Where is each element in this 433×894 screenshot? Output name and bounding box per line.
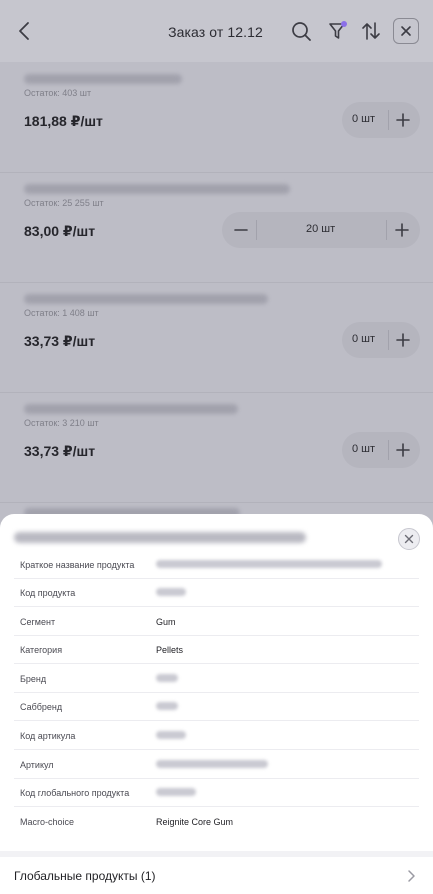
attribute-label: Категория [20, 645, 63, 655]
global-products-label: Глобальные продукты (1) [14, 869, 156, 883]
attribute-value [156, 731, 186, 739]
attribute-row: Код глобального продукта [14, 778, 419, 807]
product-item[interactable]: Остаток: 3 210 шт 33,73 ₽/шт 0 шт [0, 392, 433, 503]
attribute-value: Pellets [156, 645, 184, 655]
attribute-label: Код глобального продукта [20, 788, 130, 798]
minus-icon[interactable] [231, 220, 251, 240]
product-name [24, 74, 182, 84]
quantity-value: 0 шт [352, 113, 376, 125]
product-stock: Остаток: 3 210 шт [24, 418, 99, 428]
sheet-close-button[interactable] [398, 528, 420, 550]
attribute-value: Reignite Core Gum [156, 817, 234, 827]
plus-icon[interactable] [393, 110, 413, 130]
attribute-label: Краткое название продукта [20, 560, 135, 570]
quantity-stepper[interactable]: 0 шт [342, 102, 420, 138]
attribute-value [156, 788, 196, 796]
attribute-label: Артикул [20, 760, 54, 770]
quantity-value: 0 шт [352, 443, 376, 455]
product-item[interactable]: Остаток: 1 408 шт 33,73 ₽/шт 0 шт [0, 282, 433, 393]
plus-icon[interactable] [393, 330, 413, 350]
filter-icon[interactable] [327, 20, 349, 42]
attribute-row: Бренд [14, 664, 419, 693]
quantity-stepper[interactable]: 0 шт [342, 322, 420, 358]
attribute-row: Код продукта [14, 578, 419, 607]
attribute-label: Код продукта [20, 588, 76, 598]
stepper-divider [388, 110, 389, 130]
app-header: Заказ от 12.12 [0, 0, 433, 62]
close-icon [404, 534, 414, 544]
stepper-divider [388, 440, 389, 460]
quantity-value[interactable]: 20 шт [306, 223, 335, 235]
attribute-label: Код артикула [20, 731, 76, 741]
attribute-row: Сегмент Gum [14, 607, 419, 636]
attribute-row: Код артикула [14, 721, 419, 750]
chevron-right-icon [408, 870, 415, 882]
quantity-stepper[interactable]: 20 шт [222, 212, 420, 248]
plus-icon[interactable] [393, 440, 413, 460]
sheet-title [14, 532, 306, 543]
close-icon [401, 26, 411, 36]
attribute-row: Артикул [14, 750, 419, 779]
global-products-row[interactable]: Глобальные продукты (1) [0, 857, 433, 894]
product-price: 33,73 ₽/шт [24, 443, 96, 459]
product-details-sheet: Краткое название продукта Код продукта С… [0, 514, 433, 894]
product-stock: Остаток: 25 255 шт [24, 198, 104, 208]
attribute-label: Сегмент [20, 617, 56, 627]
stepper-divider [386, 220, 387, 240]
close-button[interactable] [393, 18, 419, 44]
attribute-row: Краткое название продукта [14, 550, 419, 579]
attribute-value [156, 588, 186, 596]
attribute-label: Бренд [20, 674, 47, 684]
attribute-value: Gum [156, 617, 176, 627]
attribute-row: Категория Pellets [14, 635, 419, 664]
attribute-value [156, 702, 178, 710]
product-stock: Остаток: 1 408 шт [24, 308, 99, 318]
product-stock: Остаток: 403 шт [24, 88, 92, 98]
sort-icon[interactable] [360, 20, 382, 42]
attribute-row: Саббренд [14, 692, 419, 721]
product-name [24, 294, 268, 304]
stepper-divider [388, 330, 389, 350]
stepper-divider [256, 220, 257, 240]
product-name [24, 184, 290, 194]
product-price: 181,88 ₽/шт [24, 113, 103, 129]
attribute-label: Саббренд [20, 702, 63, 712]
filter-active-badge [341, 21, 347, 27]
attribute-value [156, 674, 178, 682]
quantity-stepper[interactable]: 0 шт [342, 432, 420, 468]
product-price: 33,73 ₽/шт [24, 333, 96, 349]
attribute-label: Macro-choice [20, 817, 75, 827]
search-icon[interactable] [290, 20, 312, 42]
attribute-value [156, 760, 268, 768]
product-name [24, 404, 238, 414]
product-item[interactable]: Остаток: 25 255 шт 83,00 ₽/шт 20 шт [0, 172, 433, 283]
attribute-value [156, 560, 382, 568]
product-item[interactable]: Остаток: 403 шт 181,88 ₽/шт 0 шт [0, 62, 433, 173]
attribute-row: Macro-choice Reignite Core Gum [14, 807, 419, 835]
product-price: 83,00 ₽/шт [24, 223, 96, 239]
plus-icon[interactable] [392, 220, 412, 240]
quantity-value: 0 шт [352, 333, 376, 345]
